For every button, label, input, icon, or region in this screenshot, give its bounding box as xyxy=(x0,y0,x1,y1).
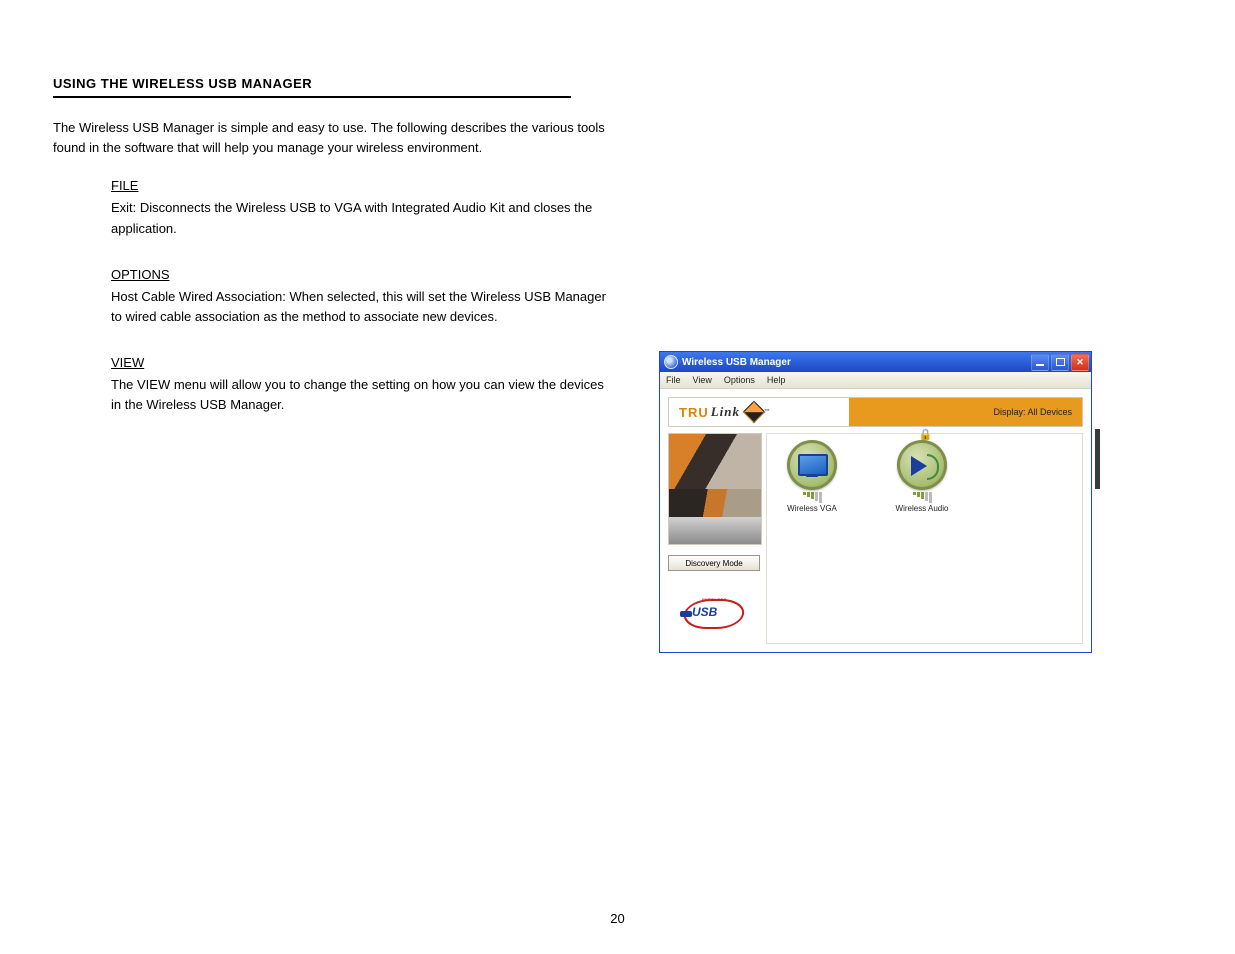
brand-mark-icon xyxy=(743,401,766,424)
brand-logo-text: TRULink ™ xyxy=(669,398,849,426)
app-icon xyxy=(664,355,678,369)
menu-options[interactable]: Options xyxy=(724,375,755,385)
certified-wireless-usb-logo: WIRELESS USB xyxy=(684,599,744,629)
device-list-pane: 🔒 Wireless VGA 🔒 Wireless Audio xyxy=(766,433,1083,644)
display-filter-label[interactable]: Display: All Devices xyxy=(849,398,1082,426)
menu-bar: File View Options Help xyxy=(660,372,1091,389)
file-desc: Exit: Disconnects the Wireless USB to VG… xyxy=(111,200,592,235)
brand-link: Link xyxy=(711,404,740,420)
maximize-button[interactable] xyxy=(1051,354,1069,371)
header-banner: TRULink ™ Display: All Devices xyxy=(668,397,1083,427)
window-title: Wireless USB Manager xyxy=(682,357,1031,368)
app-window: Wireless USB Manager ✕ File View Options… xyxy=(660,352,1091,652)
device-label: Wireless VGA xyxy=(777,504,847,513)
menu-help[interactable]: Help xyxy=(767,375,786,385)
options-desc: Host Cable Wired Association: When selec… xyxy=(111,289,606,324)
sidebar: Discovery Mode WIRELESS USB xyxy=(668,433,760,644)
scrollbar-stub[interactable] xyxy=(1095,429,1100,489)
brand-tru: TRU xyxy=(679,405,709,420)
close-button[interactable]: ✕ xyxy=(1071,354,1089,371)
menu-view[interactable]: View xyxy=(693,375,712,385)
discovery-mode-button[interactable]: Discovery Mode xyxy=(668,555,760,571)
intro-paragraph: The Wireless USB Manager is simple and e… xyxy=(53,118,608,158)
device-wireless-audio[interactable]: 🔒 Wireless Audio xyxy=(887,440,957,637)
section-heading: USING THE WIRELESS USB MANAGER xyxy=(53,76,312,91)
device-wireless-vga[interactable]: 🔒 Wireless VGA xyxy=(777,440,847,637)
minimize-button[interactable] xyxy=(1031,354,1049,371)
body-text-column: The Wireless USB Manager is simple and e… xyxy=(53,118,608,442)
sidebar-photo-strip xyxy=(668,433,762,545)
titlebar[interactable]: Wireless USB Manager ✕ xyxy=(660,352,1091,372)
speaker-icon xyxy=(897,440,947,490)
device-label: Wireless Audio xyxy=(887,504,957,513)
section-rule xyxy=(53,96,571,98)
subhead-view: VIEW xyxy=(111,353,144,373)
subhead-options: OPTIONS xyxy=(111,265,170,285)
signal-bars-icon xyxy=(777,492,847,503)
signal-bars-icon xyxy=(887,492,957,503)
monitor-icon xyxy=(787,440,837,490)
view-desc: The VIEW menu will allow you to change t… xyxy=(111,377,604,412)
client-area: TRULink ™ Display: All Devices Discovery… xyxy=(660,388,1091,652)
menu-file[interactable]: File xyxy=(666,375,681,385)
page-number: 20 xyxy=(610,911,624,926)
subhead-file: FILE xyxy=(111,176,138,196)
